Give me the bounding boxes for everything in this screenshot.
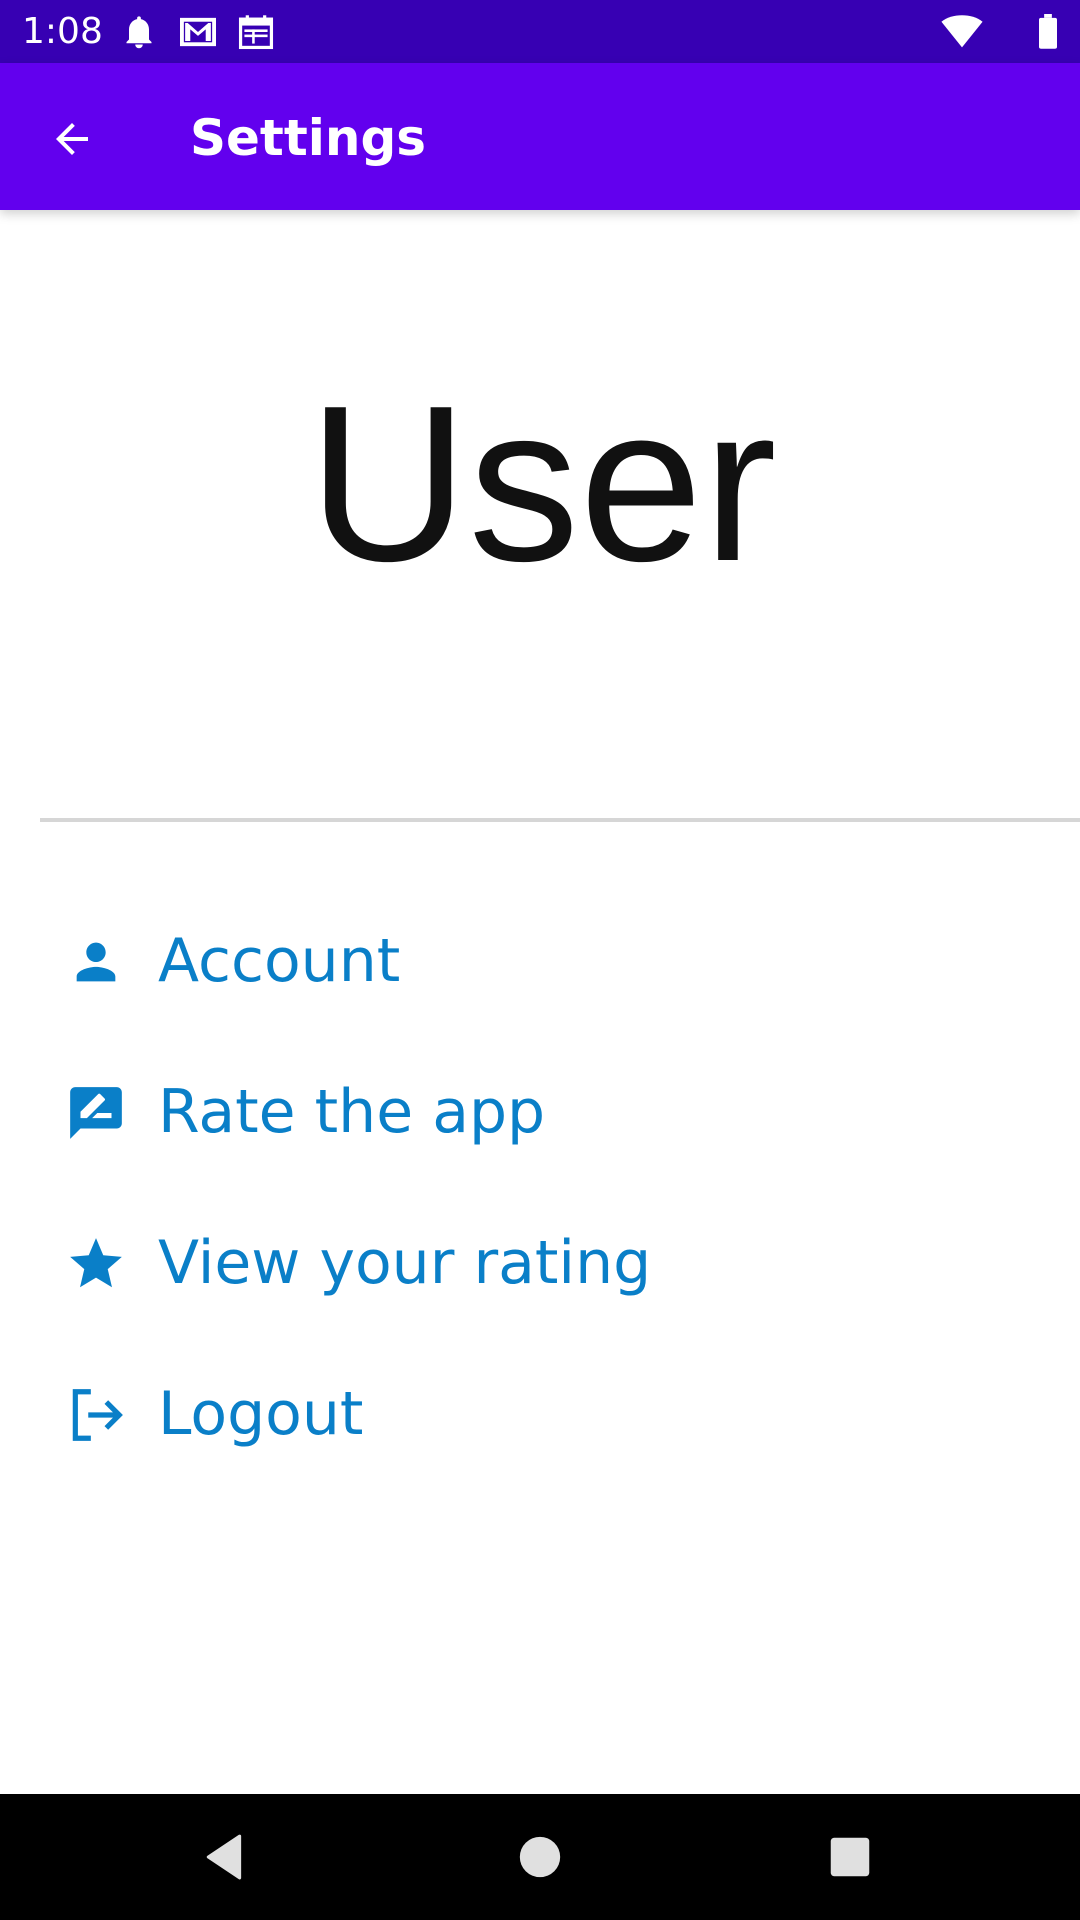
star-icon: [64, 1232, 128, 1296]
notification-bell-icon: [126, 16, 152, 49]
menu-item-label: Logout: [158, 1379, 364, 1449]
logout-icon: [64, 1383, 128, 1447]
menu-item-rate-the-app[interactable]: Rate the app: [0, 1051, 1080, 1181]
gmail-icon: [180, 17, 216, 47]
user-logo-text: User: [308, 390, 777, 608]
home-circle-icon: [519, 1836, 561, 1878]
user-logo-image: User: [308, 390, 777, 608]
status-bar: 1:08: [0, 0, 1080, 63]
back-button[interactable]: [34, 101, 110, 177]
settings-screen: 1:08 Settings User Account Rate the app …: [0, 0, 1080, 1920]
menu-item-view-your-rating[interactable]: View your rating: [0, 1202, 1080, 1332]
app-bar: Settings: [0, 63, 1080, 210]
rate-review-icon: [64, 1081, 128, 1145]
status-time: 1:08: [22, 11, 103, 52]
nav-home-button[interactable]: [505, 1822, 575, 1892]
system-navigation-bar: [0, 1794, 1080, 1920]
page-title: Settings: [190, 109, 427, 167]
settings-content: User Account Rate the app View your rati…: [0, 210, 1080, 1794]
menu-item-logout[interactable]: Logout: [0, 1353, 1080, 1483]
menu-item-label: View your rating: [158, 1228, 652, 1298]
divider: [40, 818, 1080, 822]
battery-icon: [1039, 14, 1057, 49]
menu-item-label: Account: [158, 926, 401, 996]
arrow-back-icon: [56, 123, 88, 155]
calendar-icon: [238, 15, 274, 50]
nav-recents-button[interactable]: [815, 1822, 885, 1892]
wifi-icon: [941, 15, 983, 48]
menu-item-label: Rate the app: [158, 1077, 546, 1147]
nav-back-button[interactable]: [190, 1822, 260, 1892]
menu-item-account[interactable]: Account: [0, 900, 1080, 1030]
recents-square-icon: [830, 1837, 870, 1877]
back-triangle-icon: [206, 1834, 242, 1880]
person-icon: [64, 930, 128, 994]
